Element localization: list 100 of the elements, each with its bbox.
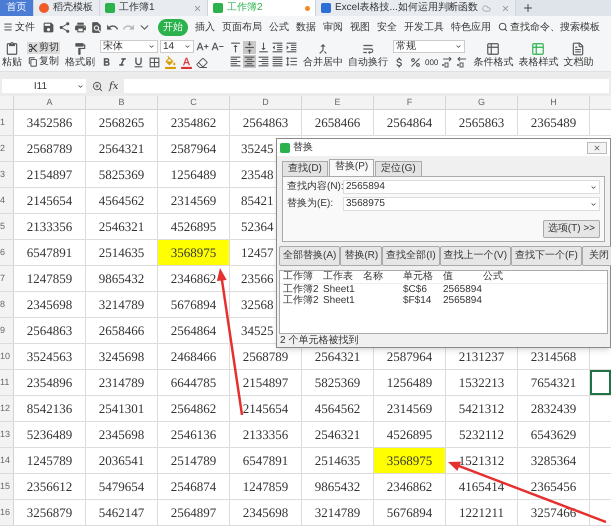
row-header[interactable]: 1 [0,110,14,135]
menu-tab[interactable]: 特色应用 [451,20,491,34]
conditional-format-button[interactable]: 条件格式 [473,42,514,68]
align-icon[interactable] [229,55,242,68]
align-icon[interactable] [285,41,298,54]
column-header[interactable]: 单元格 [403,271,433,282]
align-icon[interactable] [229,41,242,54]
copy-button[interactable]: 复制 [27,56,60,68]
dialog-button[interactable]: 全部替换(A) [279,246,340,266]
menu-tab[interactable]: 审阅 [323,20,343,34]
table-style-button[interactable]: 表格样式 [518,42,558,68]
align-icon[interactable] [243,41,256,54]
percent-icon[interactable] [409,56,422,69]
row-header[interactable]: 12 [0,396,14,421]
column-header[interactable]: H [518,96,590,109]
save-icon[interactable] [42,20,55,34]
row-header[interactable]: 6 [0,240,14,265]
align-icon[interactable] [271,41,284,54]
column-header[interactable]: 名称 [363,271,383,282]
font-color-icon[interactable] [180,56,193,69]
align-icon[interactable] [257,55,270,68]
row-header[interactable]: 5 [0,214,14,239]
dialog-button[interactable]: 查找全部(I) [382,246,440,266]
print-icon[interactable] [74,20,87,34]
column-header[interactable]: A [14,96,86,109]
decimal-decrease-icon[interactable] [456,57,468,68]
column-header[interactable]: C [158,96,230,109]
decimal-increase-icon[interactable] [441,57,454,68]
function-button[interactable]: fx [109,78,118,94]
row-header[interactable]: 13 [0,422,14,447]
eraser-icon[interactable] [196,56,208,68]
document-tab[interactable]: 首页 [0,0,34,16]
dialog-button[interactable]: 查找上一个(V) [440,246,512,266]
column-header[interactable]: 工作表 [323,271,353,282]
options-button[interactable]: 选项(T) >> [542,220,600,238]
column-header[interactable]: F [374,96,446,109]
menu-tab[interactable]: 开发工具 [404,20,444,34]
cut-button[interactable]: 剪切 [27,42,60,54]
row-header[interactable]: 9 [0,318,14,343]
close-icon[interactable] [193,4,202,12]
row-header[interactable]: 7 [0,266,14,291]
command-search[interactable]: 查找命令、搜索模板 [498,20,600,34]
row-header[interactable]: 15 [0,474,14,499]
combo-field[interactable]: 3568975 [343,197,600,211]
format-painter-button[interactable]: 格式刷 [65,42,95,68]
align-icon[interactable] [243,55,256,68]
document-tab[interactable]: Excel表格技...如何运用判断函数 [316,0,516,16]
column-header[interactable]: D [230,96,302,109]
menu-tab[interactable]: 视图 [350,20,370,34]
row-header[interactable]: 16 [0,500,14,525]
merge-center-button[interactable]: 合并居中 [303,42,343,68]
share-icon[interactable] [58,20,71,34]
align-icon[interactable] [285,55,298,68]
menu-tab[interactable]: 插入 [195,20,215,34]
wrap-text-button[interactable]: 自动换行 [348,42,388,68]
number-format-select[interactable]: 常规 [393,40,465,53]
row-header[interactable]: 8 [0,292,14,317]
preview-icon[interactable] [90,20,103,34]
align-icon[interactable] [257,41,270,54]
document-tab[interactable]: 稻壳模板 [34,0,100,16]
zoom-icon[interactable] [92,80,103,92]
dialog-button[interactable]: 查找下一个(F) [511,246,582,266]
font-decrease-icon[interactable] [211,40,224,53]
menu-tab[interactable]: 数据 [296,20,316,34]
align-icon[interactable] [271,55,284,68]
close-icon[interactable] [501,4,510,12]
menu-tab[interactable]: 页面布局 [222,20,262,34]
dialog-button[interactable]: 替换(R) [340,246,382,266]
border-icon[interactable] [148,56,161,69]
menu-tab[interactable]: 安全 [377,20,397,34]
combo-field[interactable]: 2565894 [343,180,600,194]
thousands-button[interactable]: 000 [425,58,438,66]
name-box[interactable]: I11 [2,79,86,93]
column-header[interactable]: 值 [443,271,453,282]
dialog-tab[interactable]: 替换(P) [328,159,374,176]
row-header[interactable]: 14 [0,448,14,473]
row-header[interactable]: 2 [0,136,14,161]
row-header[interactable]: 11 [0,370,14,395]
new-tab-icon[interactable] [522,2,534,14]
underline-icon[interactable] [132,56,145,69]
column-header[interactable]: G [446,96,518,109]
column-header[interactable]: B [86,96,158,109]
font-size-select[interactable]: 14 [160,40,194,53]
caret-icon [590,184,597,190]
row-header[interactable]: 4 [0,188,14,213]
font-increase-icon[interactable] [196,40,209,53]
column-header[interactable]: E [302,96,374,109]
row-header[interactable]: 3 [0,162,14,187]
menu-tab[interactable]: 公式 [269,20,289,34]
document-assistant-button[interactable]: 文档助 [563,42,594,68]
document-tab[interactable]: 工作簿1 [100,0,208,16]
font-select[interactable]: 宋体 [100,40,158,53]
column-header[interactable]: 公式 [483,271,503,282]
dialog-tab[interactable]: 定位(G) [375,161,422,176]
paste-button[interactable]: 粘贴 [2,42,22,68]
row-header[interactable]: 10 [0,344,14,369]
dialog-tab[interactable]: 查找(D) [282,161,328,176]
fill-color-icon[interactable] [164,56,177,69]
dialog-button[interactable]: 关闭 [582,246,611,266]
file-menu[interactable]: 文件 [3,20,35,34]
